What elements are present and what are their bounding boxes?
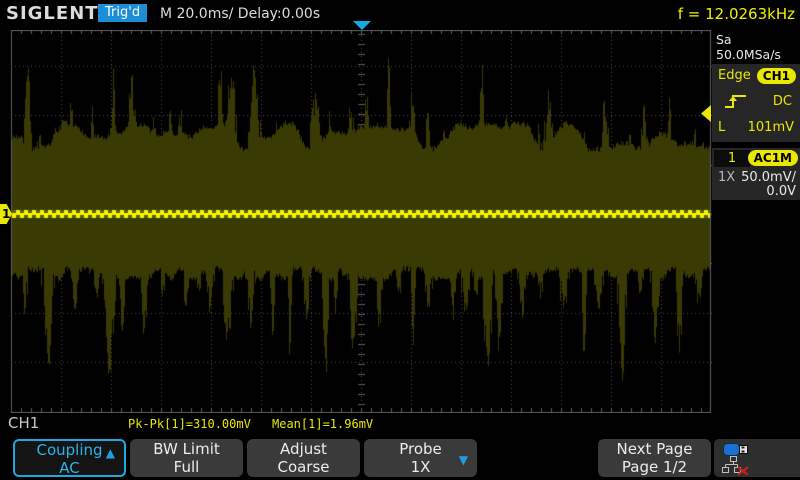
channel-coupling-badge: AC1M: [748, 150, 798, 166]
next-page-button-label: Next Page: [598, 440, 711, 458]
trigger-status-badge: Trig'd: [98, 4, 147, 22]
next-page-button[interactable]: Next Page Page 1/2: [598, 439, 711, 477]
frequency-readout: f = 12.0263kHz: [678, 5, 795, 23]
adjust-button-label: Adjust: [247, 440, 360, 458]
timebase-readout: M 20.0ms/ Delay:0.00s: [160, 6, 320, 22]
probe-attenuation-label: 1X: [718, 170, 735, 185]
trigger-position-marker-icon[interactable]: [353, 21, 371, 30]
trigger-level-value: 101mV: [748, 120, 794, 135]
coupling-button[interactable]: Coupling AC ▲: [13, 439, 126, 477]
rising-edge-icon: [724, 92, 748, 110]
trigger-level-prefix: L: [718, 120, 725, 135]
channel-number-chip: 1: [714, 150, 750, 167]
bw-limit-button[interactable]: BW Limit Full: [130, 439, 243, 477]
down-arrow-icon: ▼: [459, 451, 468, 469]
next-page-button-value: Page 1/2: [598, 458, 711, 476]
bw-limit-button-label: BW Limit: [130, 440, 243, 458]
bw-limit-button-value: Full: [130, 458, 243, 476]
adjust-button[interactable]: Adjust Coarse: [247, 439, 360, 477]
oscilloscope-screen: SIGLENT Trig'd M 20.0ms/ Delay:0.00s f =…: [0, 0, 800, 480]
measurement-pkpk: Pk-Pk[1]=310.00mV: [128, 417, 251, 431]
siglent-logo: SIGLENT: [6, 3, 99, 24]
trigger-source-badge: CH1: [757, 68, 796, 84]
io-status-panel: [714, 439, 800, 477]
measurement-mean: Mean[1]=1.96mV: [272, 417, 373, 431]
usb-icon: [723, 443, 749, 456]
lan-disconnected-icon: [721, 456, 751, 476]
sidebar: Sa 50.0MSa/s Curr 14.0Mpts Edge CH1 DC L…: [712, 30, 800, 432]
probe-button[interactable]: Probe 1X ▼: [364, 439, 477, 477]
channel1-panel[interactable]: 1 AC1M 1X 50.0mV/ 0.0V: [712, 148, 800, 200]
trigger-type-label: Edge: [718, 68, 751, 83]
up-arrow-icon: ▲: [106, 444, 115, 462]
volts-per-div-label: 50.0mV/: [741, 170, 796, 185]
adjust-button-value: Coarse: [247, 458, 360, 476]
channel-offset-label: 0.0V: [766, 184, 796, 199]
trigger-panel[interactable]: Edge CH1 DC L 101mV: [712, 64, 800, 142]
waveform-canvas: [0, 30, 712, 413]
channel-name-label: CH1: [8, 414, 39, 432]
trigger-coupling-label: DC: [773, 94, 792, 109]
sample-rate-label: Sa 50.0MSa/s: [716, 32, 800, 62]
